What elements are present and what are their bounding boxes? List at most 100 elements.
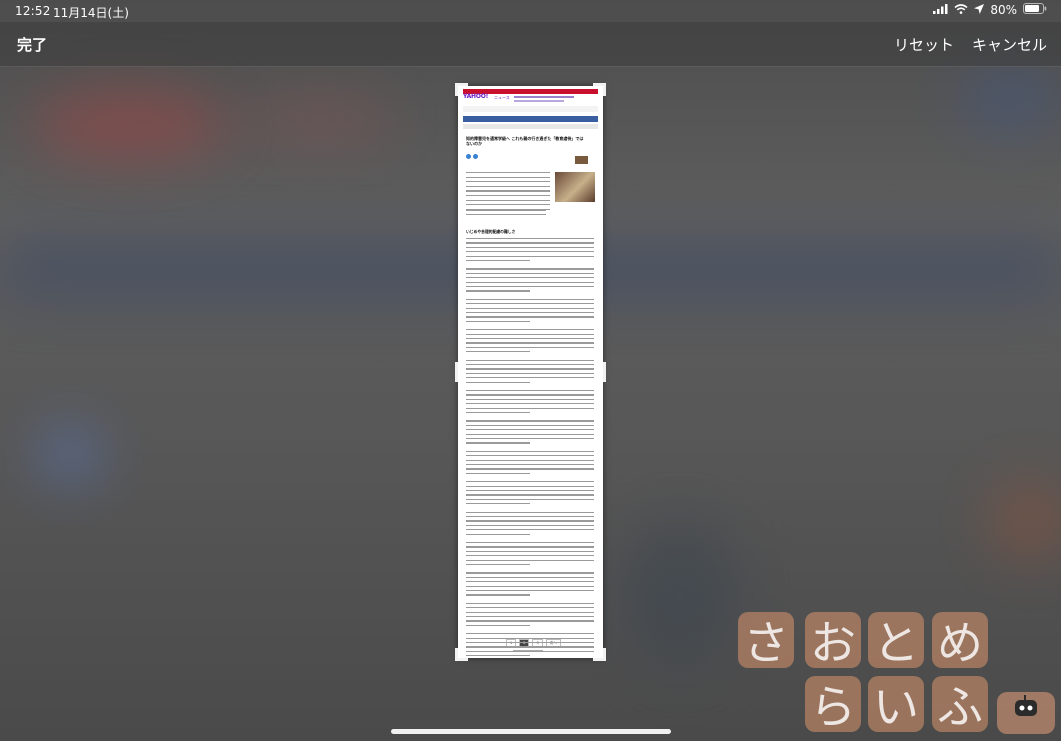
article-text-line <box>466 277 594 279</box>
article-text-line <box>466 542 594 544</box>
article-text-line <box>466 503 530 505</box>
article-text-line <box>466 364 594 366</box>
article-text-line <box>466 181 550 183</box>
article-text-line <box>466 407 594 409</box>
crop-handle-top-left[interactable] <box>455 83 468 96</box>
reset-button[interactable]: リセット <box>894 34 954 55</box>
brand-sub: ニュース <box>494 95 510 100</box>
crop-handle-bottom-left[interactable] <box>455 648 468 661</box>
article-text-line <box>466 251 594 253</box>
status-date: 11月14日(土) <box>53 6 129 20</box>
article-text-line <box>466 381 530 383</box>
article-text-line <box>466 464 594 466</box>
wifi-icon <box>954 3 968 17</box>
article-text-line <box>466 351 530 353</box>
cellular-icon <box>933 3 948 17</box>
category-nav <box>463 116 598 122</box>
article-text-line <box>466 494 594 496</box>
article-text-line <box>466 602 594 605</box>
robot-icon <box>997 692 1055 734</box>
article-text-line <box>466 390 594 392</box>
battery-icon <box>1023 3 1047 17</box>
article-text-line <box>466 490 594 492</box>
article-text-line <box>466 398 594 401</box>
status-indicators: 80% <box>933 3 1047 17</box>
article-text-line <box>466 333 594 335</box>
article-text-line <box>466 359 594 361</box>
watermark-tile: ふ <box>932 676 988 734</box>
article-text-line <box>466 190 550 192</box>
watermark-tile: ら <box>805 676 861 734</box>
article-text-line <box>466 607 594 609</box>
article-text-line <box>466 616 594 618</box>
article-text-line <box>466 346 594 349</box>
watermark-tile: お <box>805 612 861 670</box>
article-text-line <box>466 450 594 453</box>
crop-handle-bottom-right[interactable] <box>593 648 606 661</box>
article-text-line <box>466 320 530 323</box>
article-text-line <box>466 290 530 292</box>
article-text-line <box>466 485 594 487</box>
markup-toolbar: 完了 リセット キャンセル <box>0 22 1061 67</box>
watermark-tile: さ <box>738 612 794 670</box>
article-text-line <box>466 429 594 431</box>
article-text-line <box>466 498 594 501</box>
article-text-line <box>466 329 594 331</box>
section-heading: いじめや合理的配慮の難しさ <box>466 229 516 234</box>
article-text-line <box>466 524 594 527</box>
article-text-line <box>466 338 594 340</box>
full-page-screenshot-preview[interactable]: YAHOO! ニュース 知的障害児を通常学級へ これも親の行き過ぎた「教育虐待」… <box>458 86 603 658</box>
article-text-line <box>466 286 594 288</box>
article-text-line <box>466 438 594 440</box>
watermark-tile: い <box>868 676 924 734</box>
article-text-line <box>466 307 594 309</box>
article-text-line <box>466 368 594 370</box>
article-text-line <box>466 298 594 301</box>
article-text-line <box>466 546 594 548</box>
article-text-line <box>466 533 530 535</box>
article-text-line <box>466 472 530 475</box>
article-text-line <box>466 511 594 513</box>
article-text-line <box>466 620 594 622</box>
done-button[interactable]: 完了 <box>17 34 47 55</box>
crop-handle-right[interactable] <box>603 362 606 382</box>
status-time: 12:52 <box>15 4 51 18</box>
article-text-line <box>466 268 594 270</box>
article-text-line <box>466 594 530 596</box>
article-text-line <box>466 316 594 318</box>
crop-handle-left[interactable] <box>455 362 458 382</box>
article-text-line <box>466 342 594 344</box>
home-indicator[interactable] <box>391 729 671 734</box>
article-text-line <box>466 312 594 314</box>
cancel-button[interactable]: キャンセル <box>972 34 1047 55</box>
location-icon <box>974 3 985 17</box>
article-text-line <box>466 303 594 305</box>
article-text-line <box>466 195 550 197</box>
crop-handle-top-right[interactable] <box>593 83 606 96</box>
watermark-tile: と <box>868 612 924 670</box>
article-text-line <box>466 412 530 414</box>
article-text-line <box>466 372 594 375</box>
article-text-line <box>466 642 594 644</box>
article-text-line <box>466 210 546 212</box>
search-bar <box>463 106 598 112</box>
article-text-line <box>466 394 594 396</box>
article-text-line <box>466 272 594 275</box>
article-text-line <box>466 455 594 457</box>
article-text-line <box>466 260 530 262</box>
article-text-line <box>466 564 530 566</box>
article-text-line <box>466 637 594 639</box>
article-text-line <box>466 581 594 583</box>
article-text-line <box>466 650 594 653</box>
article-text-line <box>466 214 546 216</box>
article-text-line <box>466 238 594 240</box>
article-text-line <box>466 255 594 257</box>
article-text-line <box>466 172 550 174</box>
author-image <box>575 156 588 164</box>
watermark-tile: め <box>932 612 988 670</box>
article-text-line <box>466 420 594 422</box>
article-text-line <box>466 572 594 574</box>
article-text-line <box>466 529 594 531</box>
article-text-line <box>466 433 594 435</box>
status-bar: 12:52 11月14日(土) 80% <box>0 0 1061 22</box>
